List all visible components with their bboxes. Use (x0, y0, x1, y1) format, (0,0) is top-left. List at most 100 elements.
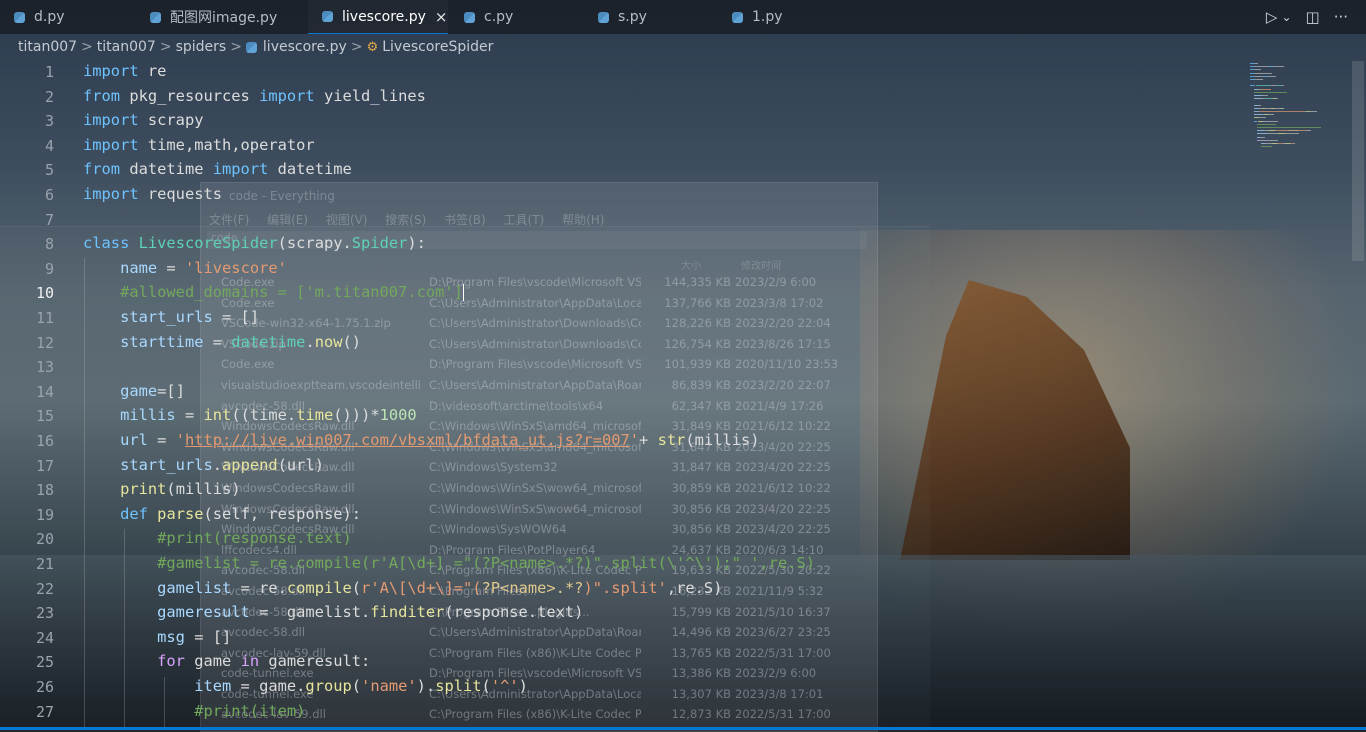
code-token: (url) (277, 455, 324, 474)
code-line[interactable]: print(millis) (83, 480, 241, 499)
line-number: 2 (44, 87, 54, 106)
minimap-stripe (1268, 75, 1276, 77)
minimap-stripe (1310, 111, 1317, 112)
line-number: 20 (35, 530, 54, 549)
minimap-stripe (1260, 136, 1265, 138)
code-token: = re. (231, 578, 287, 597)
code-token: parse (157, 504, 204, 523)
tab-label: d.py (34, 9, 65, 25)
code-line[interactable]: msg = [] (83, 628, 231, 646)
code-line[interactable]: gamelist = re.compile(r'A\[\d+\]="(?P<na… (83, 579, 722, 597)
line-number: 12 (35, 333, 54, 352)
code-line[interactable]: def parse(self, response): (83, 505, 361, 523)
code-token: ?P<name>.*? (481, 578, 584, 597)
code-token: )".split' (583, 578, 667, 597)
code-token: datetime (268, 160, 352, 179)
close-icon[interactable]: × (435, 8, 448, 26)
code-line[interactable]: gameresult = gamelist.finditer(response.… (83, 603, 583, 621)
code-token: ((time. (231, 406, 297, 425)
code-token: #print(response.text) (157, 529, 352, 548)
tab-livescore-py[interactable]: livescore.py × (308, 0, 448, 34)
breadcrumb-item[interactable]: spiders (176, 39, 227, 55)
split-editor-icon[interactable]: ◫ (1306, 8, 1320, 26)
code-line[interactable]: game=[] (83, 382, 185, 400)
code-token: group (305, 677, 352, 695)
code-line[interactable]: start_urls = [] (83, 308, 259, 326)
code-token: + (639, 431, 658, 449)
breadcrumb: titan007 > titan007 > spiders > livescor… (0, 34, 1366, 60)
minimap-stripe (1261, 88, 1271, 90)
code-line[interactable]: item = game.group('name').split('^') (83, 677, 528, 695)
code-line[interactable]: #print(response.text) (83, 529, 352, 547)
code-line[interactable]: for game in gameresult: (83, 652, 370, 670)
code-token: gamelist (157, 578, 232, 597)
code-line[interactable]: import re (83, 62, 166, 80)
code-line[interactable]: import requests (83, 185, 222, 203)
code-token: import (83, 111, 139, 130)
chevron-down-icon[interactable]: ⌄ (1281, 10, 1291, 24)
code-token: ,re.S) (666, 578, 723, 597)
code-token: from (83, 86, 121, 105)
code-line[interactable]: import scrapy (83, 111, 203, 129)
code-token: Spider (351, 234, 408, 253)
breadcrumb-item[interactable]: titan007 (97, 39, 156, 55)
code-line[interactable]: starttime = datetime.now() (83, 333, 361, 351)
python-file-icon (245, 41, 257, 53)
code-token: finditer (370, 603, 445, 622)
code-line[interactable]: from pkg_resources import yield_lines (83, 87, 426, 105)
code-line[interactable]: name = 'livescore' (83, 259, 287, 277)
code-token: item (194, 677, 232, 695)
line-number: 22 (35, 579, 54, 598)
tab-s-py[interactable]: s.py (588, 0, 722, 34)
code-line[interactable]: start_urls.append(url) (83, 456, 324, 474)
tab-d-py[interactable]: d.py (0, 0, 140, 34)
more-actions-icon[interactable]: ··· (1334, 8, 1348, 26)
code-token: starttime (120, 332, 204, 351)
code-line[interactable]: #print(item) (83, 702, 305, 720)
minimap-stripe (1257, 133, 1266, 135)
code-line[interactable]: millis = int((time.time()))*1000 (83, 406, 417, 424)
code-token: scrapy (138, 111, 204, 130)
breadcrumb-item[interactable]: LivescoreSpider (382, 39, 493, 55)
line-number: 4 (44, 136, 54, 155)
code-line[interactable]: from datetime import datetime (83, 160, 352, 178)
code-token: import (83, 185, 139, 203)
minimap[interactable] (1250, 61, 1350, 181)
line-number: 6 (44, 186, 54, 204)
code-line[interactable]: class LivescoreSpider(scrapy.Spider): (83, 234, 426, 252)
code-token: game (184, 652, 241, 671)
tab-1-py[interactable]: 1.py (722, 0, 862, 34)
code-editor[interactable]: 1 import re 2 from pkg_resources import yie… (0, 61, 1250, 730)
code-token: datetime (120, 160, 213, 179)
code-token: int (203, 406, 232, 425)
code-line[interactable]: url = 'http://live.win007.com/vbsxml/bfd… (83, 431, 759, 449)
breadcrumb-item[interactable]: titan007 (18, 39, 77, 55)
code-token: #allowed_domains = ['m.titan007.com'] (120, 283, 463, 302)
tab-label: s.py (618, 9, 647, 25)
tab-c-py[interactable]: c.py (448, 0, 588, 34)
tab-label: 1.py (752, 9, 783, 25)
code-token: msg (157, 627, 185, 646)
breadcrumb-item[interactable]: livescore.py (263, 39, 347, 55)
code-token: datetime (231, 332, 306, 351)
tab-image-py[interactable]: 配图网image.py (140, 0, 308, 34)
python-file-icon (14, 11, 25, 23)
code-token: start_urls (120, 308, 213, 326)
run-icon[interactable]: ▷ (1266, 8, 1278, 26)
tab-label: 配图网image.py (170, 10, 278, 26)
code-token: (millis) (166, 480, 241, 499)
code-line[interactable]: #gamelist = re.compile(r'A[\d+] ="(?P<na… (83, 554, 815, 572)
code-line[interactable]: #allowed_domains = ['m.titan007.com'] (83, 283, 464, 302)
code-token: http://live.win007.com/vbsxml/bfdata_ut.… (184, 431, 630, 449)
minimap-stripe (1282, 85, 1284, 87)
class-symbol-icon: ⚙ (366, 39, 379, 55)
minimap-stripe (1273, 66, 1284, 68)
vertical-scrollbar[interactable] (1352, 61, 1364, 261)
code-line[interactable]: import time,math,operator (83, 136, 315, 154)
